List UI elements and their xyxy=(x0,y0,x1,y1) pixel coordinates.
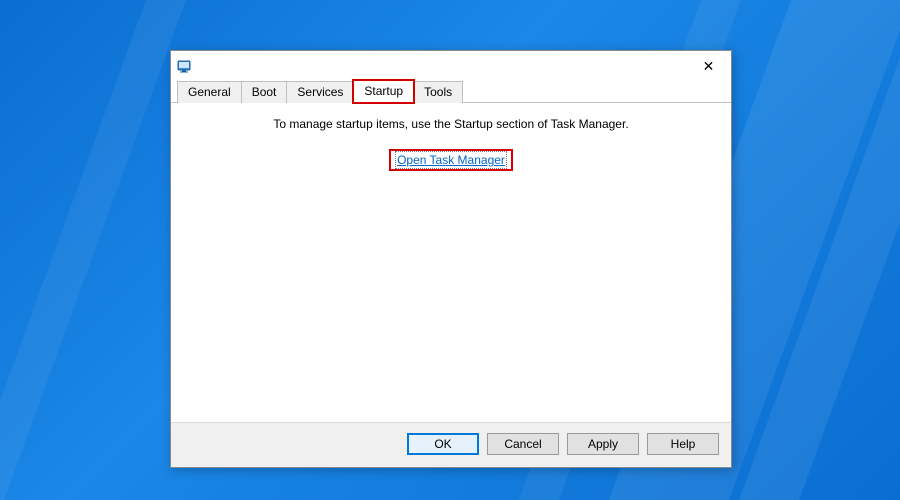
tab-tools[interactable]: Tools xyxy=(413,81,463,103)
window-close-button[interactable]: ✕ xyxy=(686,51,731,81)
dialog-button-row: OK Cancel Apply Help xyxy=(171,422,731,467)
close-icon: ✕ xyxy=(703,58,715,75)
desktop-background: ✕ General Boot Services Startup Tools To… xyxy=(0,0,900,500)
msconfig-window: ✕ General Boot Services Startup Tools To… xyxy=(170,50,732,468)
startup-instruction-text: To manage startup items, use the Startup… xyxy=(273,117,628,131)
open-task-manager-link[interactable]: Open Task Manager xyxy=(397,153,505,167)
msconfig-icon xyxy=(177,58,193,74)
title-bar: ✕ xyxy=(171,51,731,81)
tab-boot[interactable]: Boot xyxy=(241,81,288,103)
tab-startup[interactable]: Startup xyxy=(353,80,414,103)
open-task-manager-highlight: Open Task Manager xyxy=(389,149,513,171)
tab-strip: General Boot Services Startup Tools xyxy=(171,81,731,103)
ok-button[interactable]: OK xyxy=(407,433,479,455)
tab-services[interactable]: Services xyxy=(286,81,354,103)
startup-tab-panel: To manage startup items, use the Startup… xyxy=(171,103,731,422)
help-button[interactable]: Help xyxy=(647,433,719,455)
tab-general[interactable]: General xyxy=(177,81,242,103)
cancel-button[interactable]: Cancel xyxy=(487,433,559,455)
apply-button[interactable]: Apply xyxy=(567,433,639,455)
